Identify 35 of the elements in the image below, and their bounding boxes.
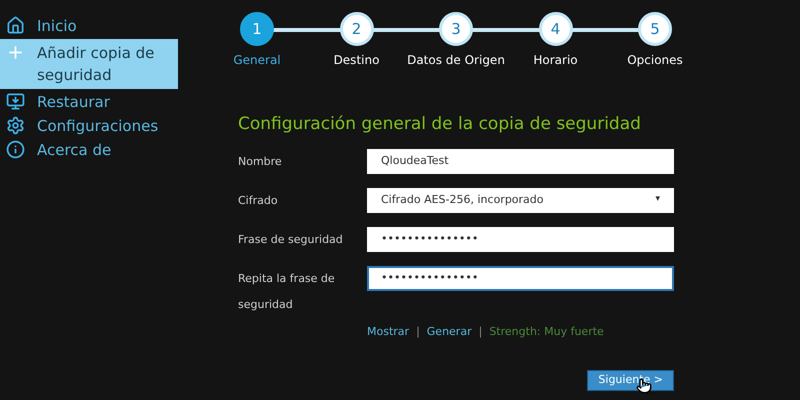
sidebar-label: Configuraciones xyxy=(37,116,158,137)
strength-text: Strength: Muy fuerte xyxy=(489,324,604,340)
sidebar-item[interactable]: Configuraciones xyxy=(0,114,178,138)
home-icon xyxy=(6,16,25,35)
sidebar-item[interactable]: Acerca de xyxy=(0,138,178,162)
separator-text: | xyxy=(478,324,482,340)
sidebar-item[interactable]: Restaurar xyxy=(0,90,178,114)
step-label: Datos de Origen xyxy=(407,52,505,69)
info-icon xyxy=(6,140,25,159)
monitor-download-icon xyxy=(6,92,25,111)
sidebar-label: Acerca de xyxy=(37,140,112,161)
sidebar-label: Inicio xyxy=(37,16,77,37)
input-field[interactable]: ••••••••••••••• xyxy=(367,266,674,290)
sidebar-label: Añadir copia de seguridad xyxy=(37,43,156,86)
plus-icon xyxy=(6,43,25,62)
step-label: General xyxy=(233,52,281,69)
section-title: Configuración general de la copia de seguridad xyxy=(238,113,642,136)
input-field[interactable]: QloudeaTest xyxy=(367,148,674,174)
field-label: Nombre xyxy=(238,154,283,170)
link[interactable]: Mostrar xyxy=(367,324,410,340)
field-label: Cifrado xyxy=(238,192,279,208)
sidebar-item[interactable]: Añadir copia de seguridad xyxy=(0,39,178,89)
sidebar-item[interactable]: Inicio xyxy=(0,14,178,38)
separator-text: | xyxy=(416,324,420,340)
link[interactable]: Generar xyxy=(426,324,472,340)
field-label: Repita la frase de seguridad xyxy=(238,270,336,312)
sidebar-label: Restaurar xyxy=(37,92,110,113)
next-button[interactable]: Siguiente > xyxy=(587,370,674,391)
field-label: Frase de seguridad xyxy=(238,232,344,248)
select-field[interactable]: Cifrado AES-256, incorporado ▾ xyxy=(367,188,674,212)
settings-icon xyxy=(6,116,25,135)
input-field[interactable]: ••••••••••••••• xyxy=(367,226,674,252)
step-label: Opciones xyxy=(627,52,683,69)
step-label: Horario xyxy=(533,52,578,69)
step-label: Destino xyxy=(334,52,380,69)
